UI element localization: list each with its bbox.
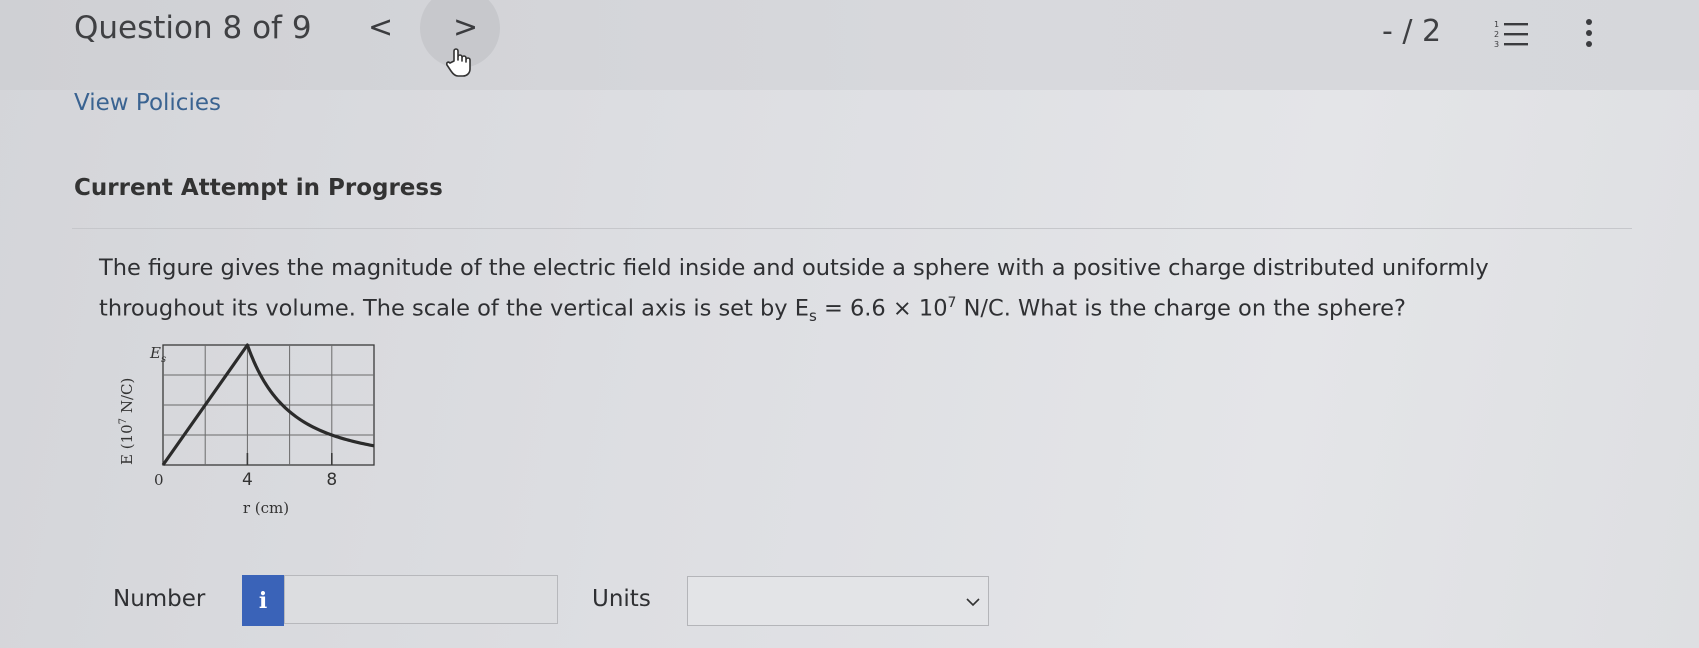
electric-field-graph: E (107 N/C) Es 0 48 r (cm) — [118, 343, 375, 517]
origin-label: 0 — [154, 471, 164, 489]
score-display: - / 2 — [1382, 14, 1442, 49]
question-text-middle: = 6.6 × 10 — [816, 295, 948, 322]
chevron-left-icon: < — [368, 10, 394, 45]
attempt-heading: Current Attempt in Progress — [74, 175, 443, 201]
prev-question-button[interactable]: < — [368, 10, 393, 45]
graph-grid — [162, 344, 375, 466]
chevron-down-icon — [966, 598, 980, 607]
more-vertical-icon[interactable] — [1583, 18, 1595, 50]
divider — [72, 228, 1632, 229]
info-button[interactable]: i — [242, 575, 284, 626]
units-dropdown[interactable] — [687, 576, 989, 626]
number-label: Number — [113, 586, 206, 612]
numbered-list-icon[interactable]: 1 2 3 — [1494, 19, 1530, 49]
x-axis-label: r (cm) — [243, 499, 289, 517]
view-policies-link[interactable]: View Policies — [74, 90, 221, 116]
chevron-right-icon: > — [453, 10, 479, 45]
y-axis-label: E (107 N/C) — [118, 378, 136, 465]
x-tick-label: 4 — [242, 470, 253, 490]
svg-text:3: 3 — [1494, 40, 1499, 49]
units-label: Units — [592, 586, 651, 612]
question-text-after: N/C. What is the charge on the sphere? — [956, 295, 1406, 322]
x-tick-label: 8 — [326, 470, 337, 490]
svg-text:1: 1 — [1494, 20, 1499, 29]
question-title: Question 8 of 9 — [74, 10, 312, 46]
svg-text:2: 2 — [1494, 30, 1499, 39]
next-question-button[interactable]: > — [453, 10, 478, 45]
hand-pointer-icon — [446, 48, 471, 77]
number-input[interactable] — [284, 575, 558, 624]
question-text: The figure gives the magnitude of the el… — [99, 251, 1619, 334]
question-subscript: s — [808, 307, 817, 325]
